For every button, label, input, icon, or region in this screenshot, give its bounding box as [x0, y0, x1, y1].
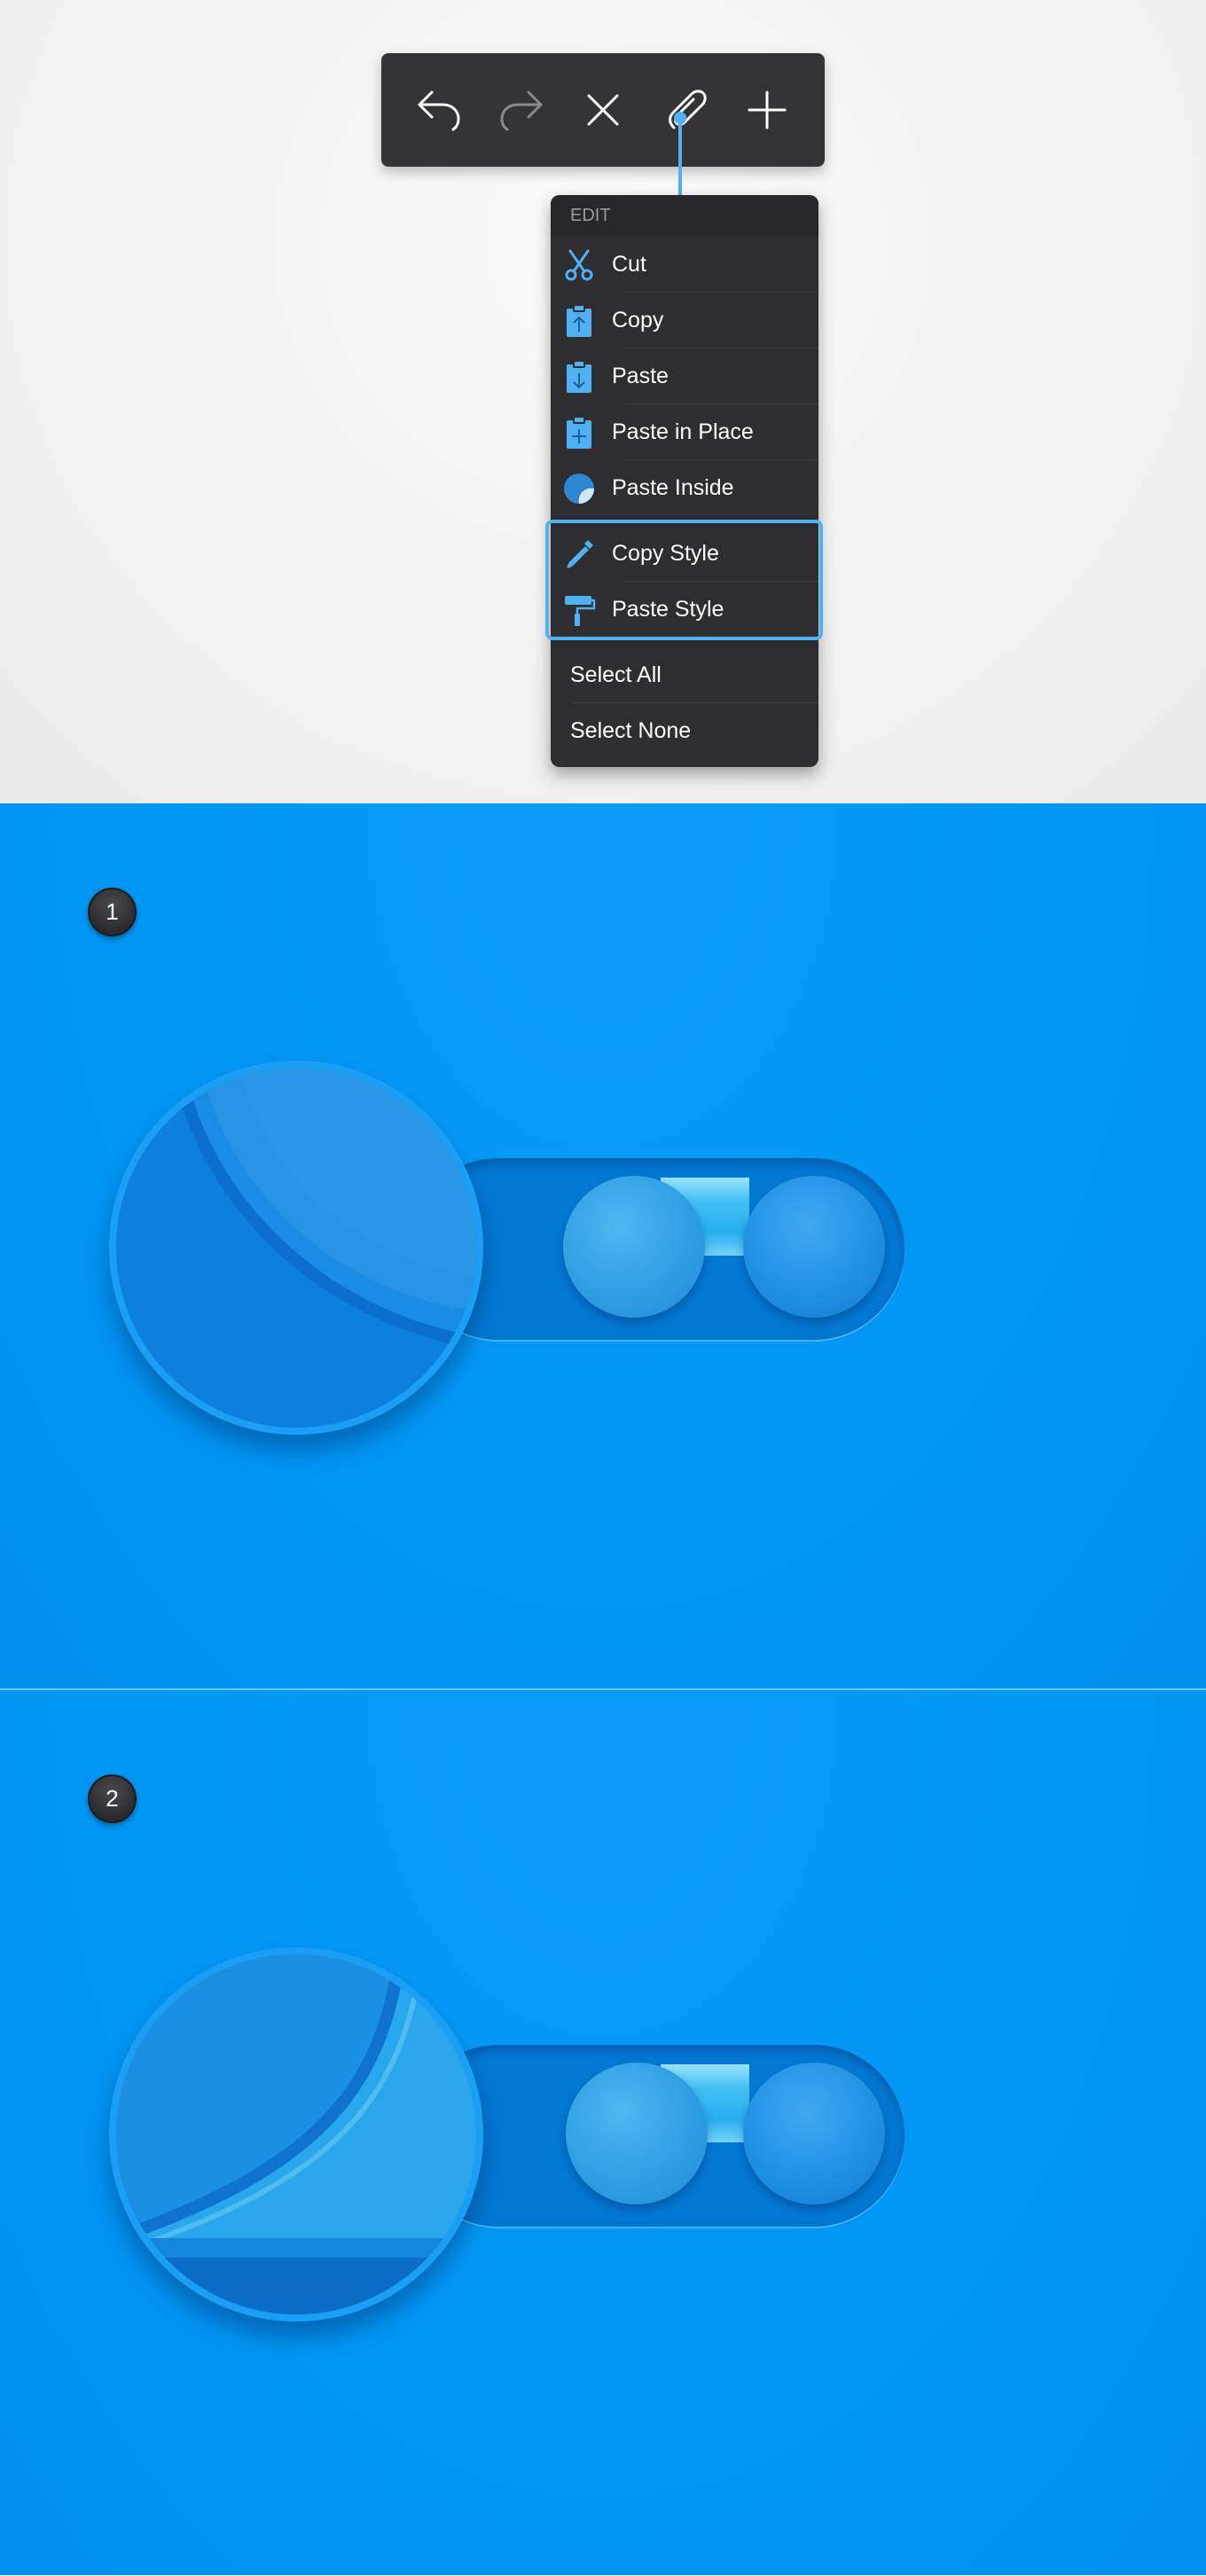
circle-mask-icon [551, 460, 607, 516]
menu-item-label: Select All [570, 662, 662, 687]
menu-item-label: Cut [612, 252, 646, 277]
magnifier-lens [109, 1947, 483, 2322]
clipboard-paste-icon [551, 348, 607, 404]
toggle-knob-left [566, 2063, 708, 2204]
redo-arrow-icon [500, 90, 543, 131]
toggle-knob-left [563, 1176, 705, 1318]
menu-item-label: Paste [612, 364, 669, 388]
toggle-knob-right [743, 2063, 885, 2204]
close-button[interactable] [568, 74, 638, 145]
menu-item-label: Paste Inside [612, 475, 734, 500]
menu-item-label: Copy [612, 308, 664, 333]
step-badge: 2 [88, 1774, 137, 1823]
plus-icon [748, 90, 787, 129]
redo-button[interactable] [486, 74, 557, 145]
menu-item-select-none[interactable]: Select None [551, 703, 818, 759]
menu-connector-dot [674, 112, 686, 124]
toolbar [381, 53, 825, 167]
top-canvas: EDIT Cut Copy Paste Paste in Place Paste… [0, 0, 1206, 803]
step-badge: 1 [88, 888, 137, 936]
menu-item-paste[interactable]: Paste [551, 348, 818, 404]
menu-item-select-all[interactable]: Select All [551, 647, 818, 703]
menu-item-paste-inside[interactable]: Paste Inside [551, 460, 818, 516]
paperclip-button[interactable] [649, 74, 720, 145]
close-x-icon [587, 94, 619, 126]
undo-button[interactable] [403, 74, 474, 145]
scissors-icon [551, 237, 607, 293]
clipboard-plus-icon [551, 404, 607, 460]
menu-item-label: Select None [570, 718, 692, 743]
step-2-panel: 2 [0, 1690, 1206, 2575]
toggle-knob-right [743, 1176, 885, 1318]
menu-item-copy[interactable]: Copy [551, 293, 818, 348]
clipboard-copy-icon [551, 293, 607, 348]
paperclip-icon [669, 90, 707, 129]
add-button[interactable] [732, 74, 803, 145]
menu-header: EDIT [551, 195, 818, 237]
menu-item-label: Paste in Place [612, 419, 754, 444]
undo-arrow-icon [418, 90, 460, 131]
menu-connector-line [678, 117, 682, 197]
menu-item-paste-in-place[interactable]: Paste in Place [551, 404, 818, 460]
menu-item-cut[interactable]: Cut [551, 237, 818, 293]
style-items-highlight [545, 520, 823, 640]
edit-menu: EDIT Cut Copy Paste Paste in Place Paste… [551, 195, 818, 767]
step-1-panel: 1 [0, 803, 1206, 1688]
magnifier-lens [109, 1061, 483, 1435]
